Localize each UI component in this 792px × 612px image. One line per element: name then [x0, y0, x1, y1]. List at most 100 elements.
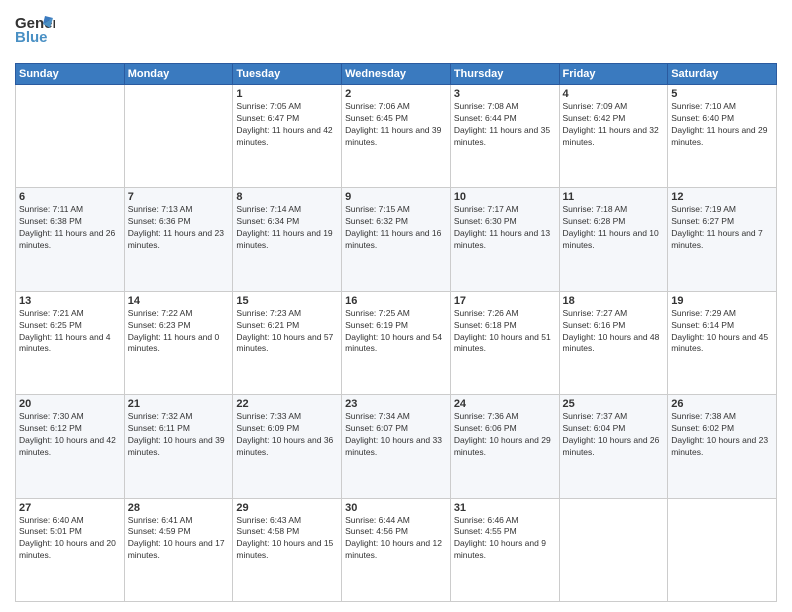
sunset-text: Sunset: 4:56 PM: [345, 526, 408, 536]
day-info: Sunrise: 7:09 AM Sunset: 6:42 PM Dayligh…: [563, 101, 665, 149]
day-info: Sunrise: 7:30 AM Sunset: 6:12 PM Dayligh…: [19, 411, 121, 459]
calendar-week-row: 27 Sunrise: 6:40 AM Sunset: 5:01 PM Dayl…: [16, 498, 777, 601]
daylight-text: Daylight: 11 hours and 29 minutes.: [671, 125, 767, 147]
day-number: 12: [671, 191, 773, 203]
sunset-text: Sunset: 6:11 PM: [128, 423, 190, 433]
sunset-text: Sunset: 6:40 PM: [671, 113, 734, 123]
sunset-text: Sunset: 6:45 PM: [345, 113, 408, 123]
sunrise-text: Sunrise: 7:18 AM: [563, 204, 628, 214]
day-info: Sunrise: 7:10 AM Sunset: 6:40 PM Dayligh…: [671, 101, 773, 149]
calendar-cell: 29 Sunrise: 6:43 AM Sunset: 4:58 PM Dayl…: [233, 498, 342, 601]
sunset-text: Sunset: 4:58 PM: [236, 526, 299, 536]
sunrise-text: Sunrise: 7:25 AM: [345, 308, 410, 318]
day-info: Sunrise: 7:18 AM Sunset: 6:28 PM Dayligh…: [563, 204, 665, 252]
day-number: 2: [345, 88, 447, 100]
daylight-text: Daylight: 11 hours and 35 minutes.: [454, 125, 550, 147]
day-info: Sunrise: 7:32 AM Sunset: 6:11 PM Dayligh…: [128, 411, 230, 459]
daylight-text: Daylight: 11 hours and 16 minutes.: [345, 228, 441, 250]
day-number: 31: [454, 502, 556, 514]
calendar-week-row: 6 Sunrise: 7:11 AM Sunset: 6:38 PM Dayli…: [16, 188, 777, 291]
calendar-cell: 4 Sunrise: 7:09 AM Sunset: 6:42 PM Dayli…: [559, 85, 668, 188]
day-number: 21: [128, 398, 230, 410]
calendar-cell: 25 Sunrise: 7:37 AM Sunset: 6:04 PM Dayl…: [559, 395, 668, 498]
calendar-week-row: 1 Sunrise: 7:05 AM Sunset: 6:47 PM Dayli…: [16, 85, 777, 188]
sunset-text: Sunset: 6:06 PM: [454, 423, 517, 433]
daylight-text: Daylight: 11 hours and 4 minutes.: [19, 332, 111, 354]
day-info: Sunrise: 6:44 AM Sunset: 4:56 PM Dayligh…: [345, 515, 447, 563]
day-info: Sunrise: 6:43 AM Sunset: 4:58 PM Dayligh…: [236, 515, 338, 563]
sunset-text: Sunset: 6:23 PM: [128, 320, 191, 330]
day-info: Sunrise: 7:08 AM Sunset: 6:44 PM Dayligh…: [454, 101, 556, 149]
calendar-cell: 7 Sunrise: 7:13 AM Sunset: 6:36 PM Dayli…: [124, 188, 233, 291]
daylight-text: Daylight: 10 hours and 17 minutes.: [128, 538, 225, 560]
calendar-cell: 8 Sunrise: 7:14 AM Sunset: 6:34 PM Dayli…: [233, 188, 342, 291]
day-info: Sunrise: 7:17 AM Sunset: 6:30 PM Dayligh…: [454, 204, 556, 252]
sunrise-text: Sunrise: 6:40 AM: [19, 515, 84, 525]
calendar-cell: 12 Sunrise: 7:19 AM Sunset: 6:27 PM Dayl…: [668, 188, 777, 291]
day-info: Sunrise: 7:11 AM Sunset: 6:38 PM Dayligh…: [19, 204, 121, 252]
sunrise-text: Sunrise: 7:05 AM: [236, 101, 301, 111]
sunrise-text: Sunrise: 7:29 AM: [671, 308, 736, 318]
calendar-cell: 21 Sunrise: 7:32 AM Sunset: 6:11 PM Dayl…: [124, 395, 233, 498]
sunrise-text: Sunrise: 7:34 AM: [345, 411, 410, 421]
day-number: 16: [345, 295, 447, 307]
day-number: 1: [236, 88, 338, 100]
sunrise-text: Sunrise: 6:43 AM: [236, 515, 301, 525]
logo: General Blue: [15, 10, 55, 55]
sunrise-text: Sunrise: 7:26 AM: [454, 308, 519, 318]
calendar-page: General Blue Sunday Monday Tuesday Wedne…: [0, 0, 792, 612]
calendar-cell: 16 Sunrise: 7:25 AM Sunset: 6:19 PM Dayl…: [342, 291, 451, 394]
daylight-text: Daylight: 10 hours and 15 minutes.: [236, 538, 333, 560]
daylight-text: Daylight: 11 hours and 13 minutes.: [454, 228, 550, 250]
day-number: 19: [671, 295, 773, 307]
calendar-cell: 9 Sunrise: 7:15 AM Sunset: 6:32 PM Dayli…: [342, 188, 451, 291]
sunrise-text: Sunrise: 7:06 AM: [345, 101, 410, 111]
calendar-cell: 13 Sunrise: 7:21 AM Sunset: 6:25 PM Dayl…: [16, 291, 125, 394]
calendar-cell: 1 Sunrise: 7:05 AM Sunset: 6:47 PM Dayli…: [233, 85, 342, 188]
sunset-text: Sunset: 6:34 PM: [236, 216, 299, 226]
day-number: 4: [563, 88, 665, 100]
day-info: Sunrise: 7:27 AM Sunset: 6:16 PM Dayligh…: [563, 308, 665, 356]
day-number: 23: [345, 398, 447, 410]
day-number: 9: [345, 191, 447, 203]
calendar-cell: 31 Sunrise: 6:46 AM Sunset: 4:55 PM Dayl…: [450, 498, 559, 601]
daylight-text: Daylight: 10 hours and 29 minutes.: [454, 435, 551, 457]
calendar-cell: 3 Sunrise: 7:08 AM Sunset: 6:44 PM Dayli…: [450, 85, 559, 188]
sunset-text: Sunset: 4:55 PM: [454, 526, 517, 536]
sunset-text: Sunset: 6:28 PM: [563, 216, 626, 226]
daylight-text: Daylight: 10 hours and 36 minutes.: [236, 435, 333, 457]
calendar-cell: [559, 498, 668, 601]
sunset-text: Sunset: 6:44 PM: [454, 113, 517, 123]
day-info: Sunrise: 7:33 AM Sunset: 6:09 PM Dayligh…: [236, 411, 338, 459]
header-friday: Friday: [559, 64, 668, 85]
calendar-cell: 15 Sunrise: 7:23 AM Sunset: 6:21 PM Dayl…: [233, 291, 342, 394]
sunset-text: Sunset: 6:16 PM: [563, 320, 626, 330]
daylight-text: Daylight: 10 hours and 48 minutes.: [563, 332, 660, 354]
header-tuesday: Tuesday: [233, 64, 342, 85]
day-number: 6: [19, 191, 121, 203]
calendar-cell: 17 Sunrise: 7:26 AM Sunset: 6:18 PM Dayl…: [450, 291, 559, 394]
sunset-text: Sunset: 6:18 PM: [454, 320, 517, 330]
calendar-cell: 6 Sunrise: 7:11 AM Sunset: 6:38 PM Dayli…: [16, 188, 125, 291]
weekday-header-row: Sunday Monday Tuesday Wednesday Thursday…: [16, 64, 777, 85]
calendar-cell: 26 Sunrise: 7:38 AM Sunset: 6:02 PM Dayl…: [668, 395, 777, 498]
sunset-text: Sunset: 5:01 PM: [19, 526, 82, 536]
daylight-text: Daylight: 11 hours and 7 minutes.: [671, 228, 763, 250]
day-number: 14: [128, 295, 230, 307]
daylight-text: Daylight: 10 hours and 51 minutes.: [454, 332, 551, 354]
daylight-text: Daylight: 11 hours and 23 minutes.: [128, 228, 224, 250]
day-number: 13: [19, 295, 121, 307]
sunset-text: Sunset: 6:38 PM: [19, 216, 82, 226]
daylight-text: Daylight: 10 hours and 54 minutes.: [345, 332, 442, 354]
daylight-text: Daylight: 10 hours and 33 minutes.: [345, 435, 442, 457]
daylight-text: Daylight: 10 hours and 42 minutes.: [19, 435, 116, 457]
calendar-cell: 11 Sunrise: 7:18 AM Sunset: 6:28 PM Dayl…: [559, 188, 668, 291]
day-info: Sunrise: 6:40 AM Sunset: 5:01 PM Dayligh…: [19, 515, 121, 563]
calendar-cell: 27 Sunrise: 6:40 AM Sunset: 5:01 PM Dayl…: [16, 498, 125, 601]
daylight-text: Daylight: 10 hours and 20 minutes.: [19, 538, 116, 560]
daylight-text: Daylight: 11 hours and 39 minutes.: [345, 125, 441, 147]
sunrise-text: Sunrise: 7:33 AM: [236, 411, 301, 421]
header-wednesday: Wednesday: [342, 64, 451, 85]
daylight-text: Daylight: 10 hours and 57 minutes.: [236, 332, 333, 354]
sunrise-text: Sunrise: 7:14 AM: [236, 204, 301, 214]
